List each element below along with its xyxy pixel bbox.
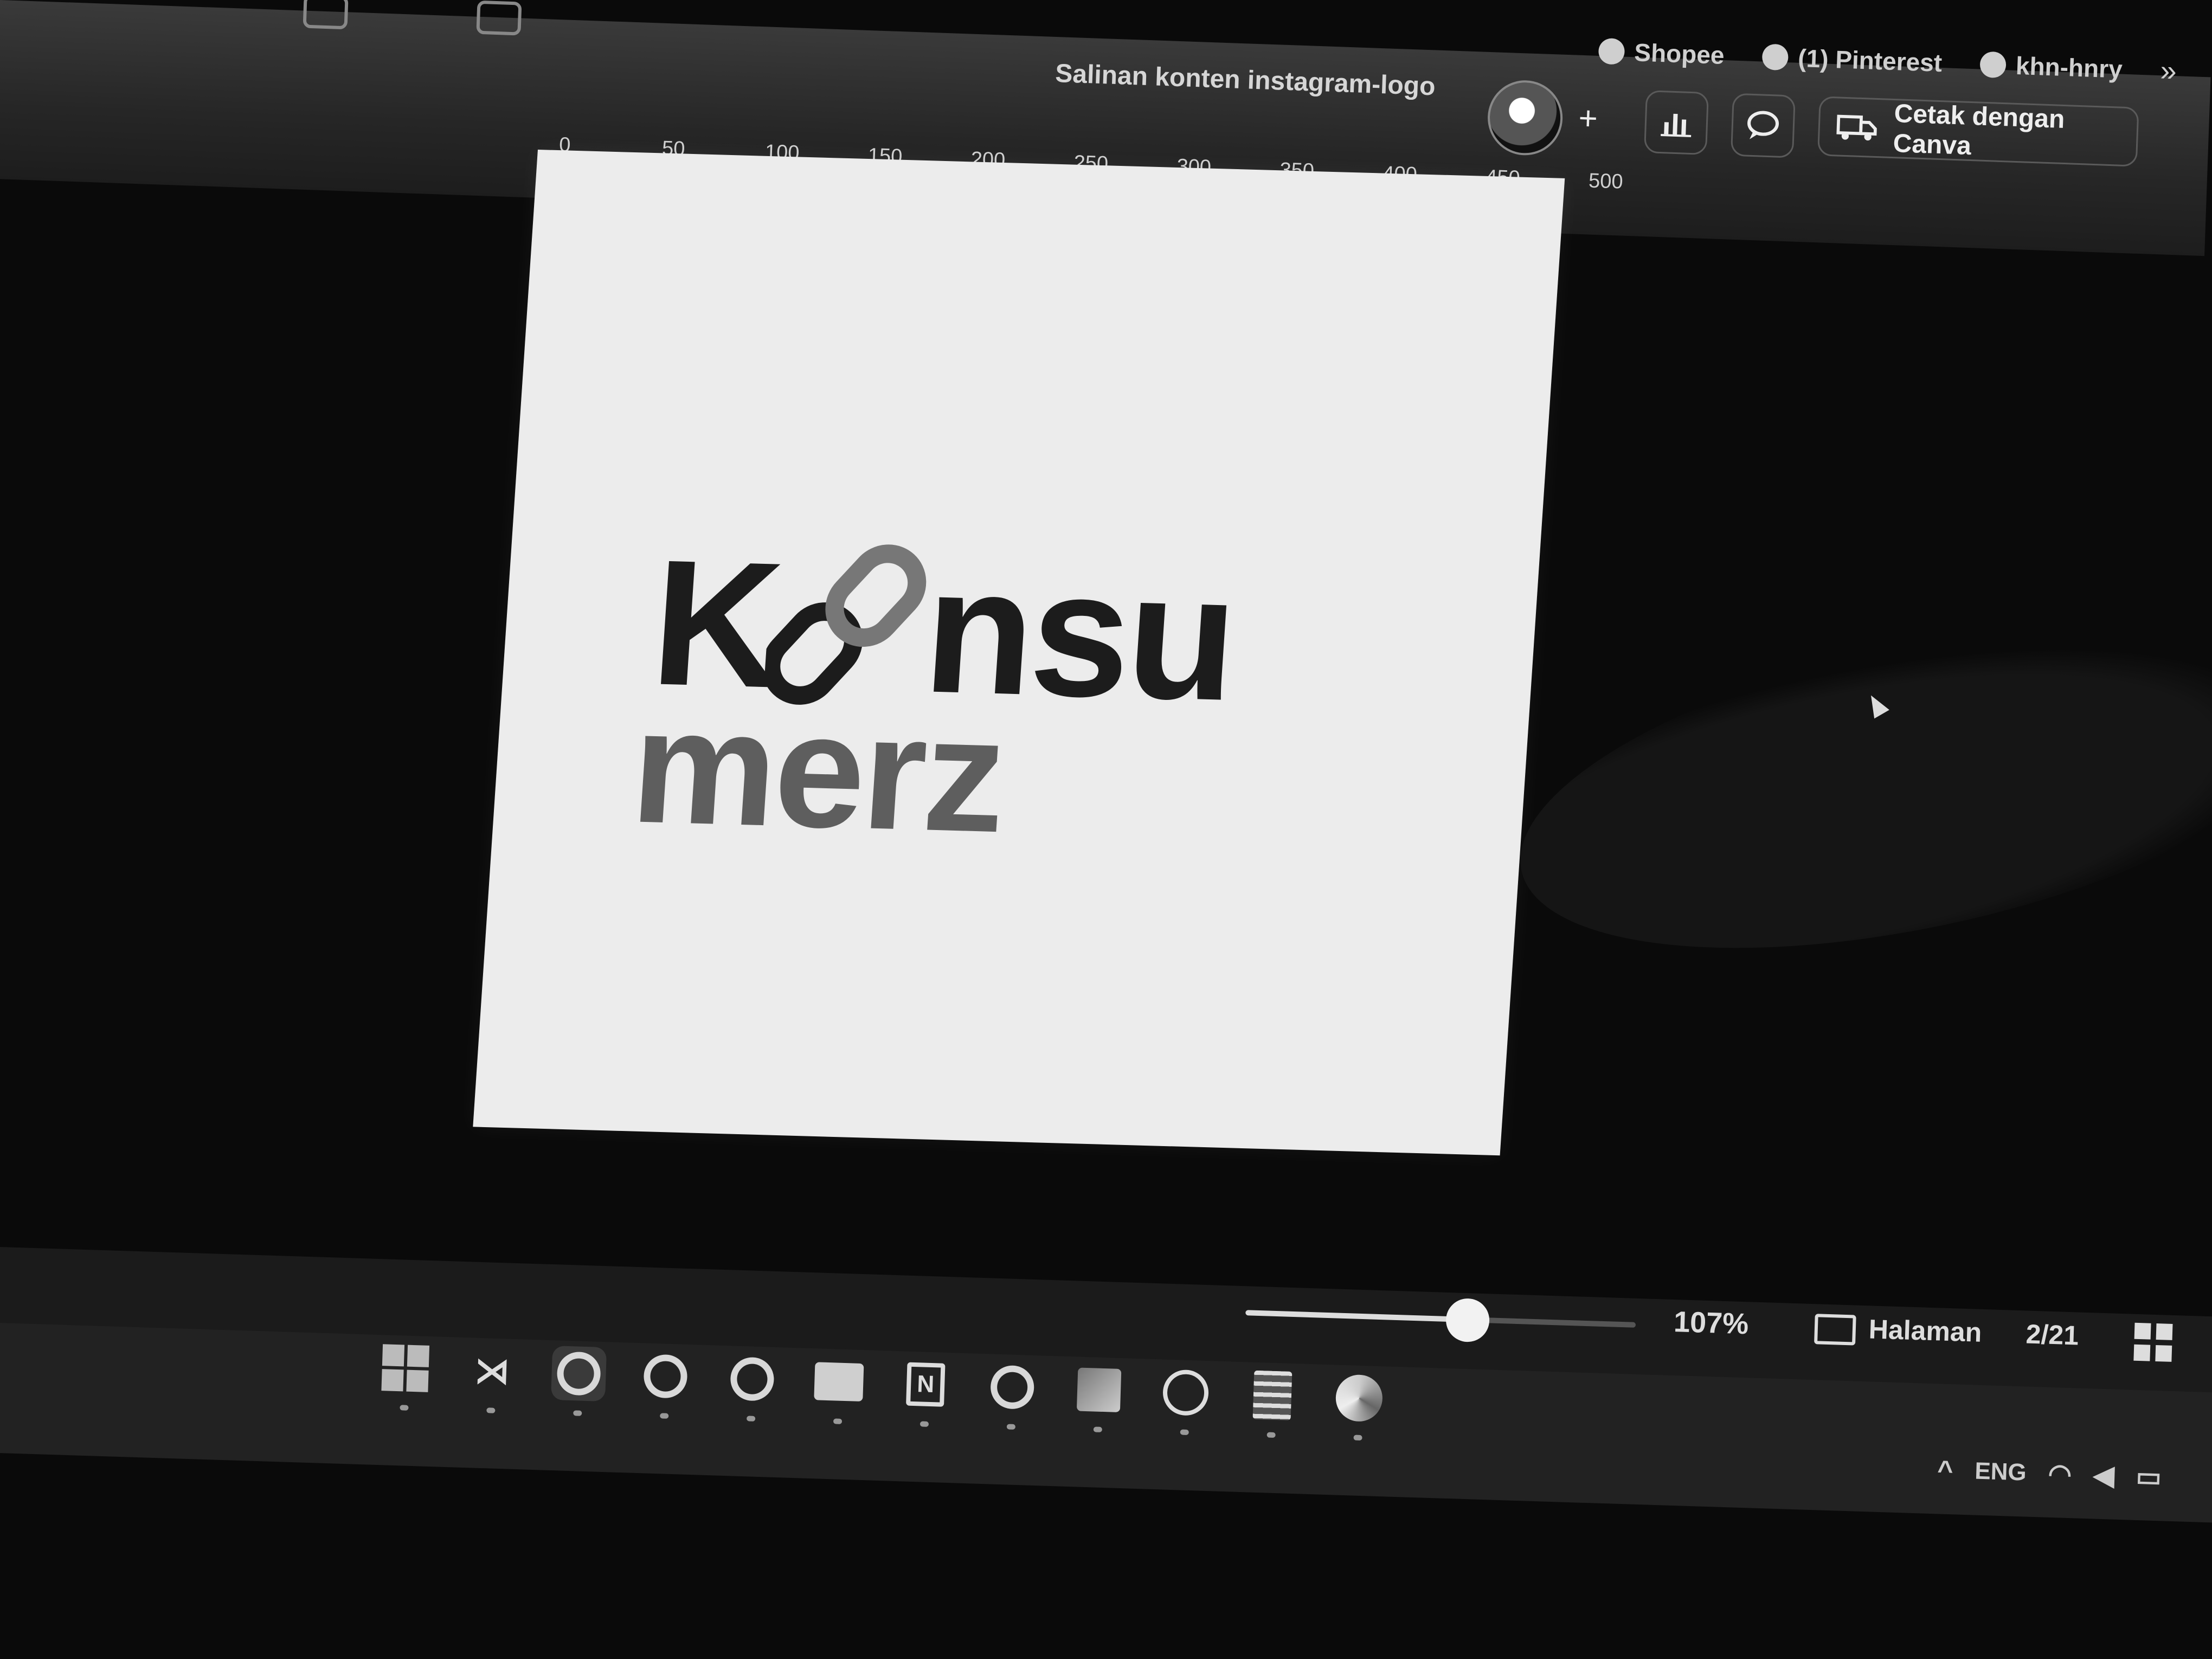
user-avatar[interactable] [1486, 79, 1564, 157]
truck-icon [1836, 114, 1877, 141]
bookmark-pinterest[interactable]: (1) Pinterest [1761, 40, 1943, 80]
undo-icon[interactable] [303, 0, 349, 30]
bookmark-label: (1) Pinterest [1797, 43, 1943, 78]
chevron-up-icon[interactable]: ^ [1937, 1454, 1953, 1486]
more-bookmarks-icon[interactable]: » [2160, 54, 2177, 88]
whatsapp-icon [1162, 1369, 1210, 1417]
zoom-slider-thumb[interactable] [1445, 1297, 1490, 1343]
pinterest-icon [1761, 43, 1789, 71]
file-explorer-taskbar-button[interactable] [811, 1354, 867, 1410]
canva-taskbar-button-4[interactable] [985, 1359, 1040, 1415]
canva-icon [643, 1354, 688, 1399]
comment-icon [1747, 111, 1779, 139]
page-count: 2/21 [2025, 1319, 2079, 1351]
ruler-label: 500 [1588, 169, 1624, 194]
notepad-icon [1252, 1370, 1293, 1420]
windows-start-button[interactable] [377, 1340, 433, 1396]
print-button-label: Cetak dengan Canva [1892, 99, 2066, 161]
vscode-taskbar-button[interactable]: ⋊ [464, 1343, 520, 1399]
bookmark-label: Shopee [1634, 38, 1725, 70]
zoom-level[interactable]: 107% [1673, 1305, 1749, 1341]
canva-icon [730, 1356, 775, 1401]
zoom-slider[interactable] [1245, 1310, 1636, 1328]
canva-taskbar-button-3[interactable] [724, 1351, 780, 1407]
notion-icon: N [906, 1362, 946, 1407]
notion-taskbar-button[interactable]: N [898, 1356, 954, 1412]
insights-button[interactable] [1644, 90, 1709, 156]
notepad-taskbar-button[interactable] [1244, 1367, 1300, 1423]
canva-icon [556, 1351, 601, 1396]
pages-button-label[interactable]: Halaman [1868, 1313, 1982, 1348]
bookmark-shopee[interactable]: Shopee [1598, 34, 1725, 72]
design-canvas[interactable]: K nsu merz [473, 150, 1565, 1156]
cloud-save-icon[interactable] [476, 0, 522, 36]
photos-icon [1076, 1367, 1122, 1412]
edge-taskbar-button[interactable] [1331, 1370, 1387, 1426]
finger-shadow [1492, 563, 2212, 1009]
pages-icon[interactable] [1814, 1314, 1856, 1346]
grid-view-icon[interactable] [2133, 1322, 2173, 1362]
wifi-icon[interactable]: ◠ [2048, 1458, 2072, 1490]
edge-icon [1335, 1374, 1384, 1423]
windows-logo-icon [381, 1344, 430, 1392]
volume-icon[interactable]: ◀ [2093, 1459, 2114, 1491]
bookmark-label: khn-hnry [2015, 51, 2123, 83]
print-with-canva-button[interactable]: Cetak dengan Canva [1817, 96, 2139, 167]
github-icon [1979, 51, 2007, 79]
system-tray: ^ ENG ◠ ◀ ▭ [1937, 1454, 2162, 1493]
bar-chart-icon [1661, 113, 1692, 138]
add-collaborator-button[interactable]: + [1557, 87, 1619, 149]
whatsapp-taskbar-button[interactable] [1158, 1365, 1213, 1420]
document-title[interactable]: Salinan konten instagram-logo [1054, 59, 1436, 101]
vscode-icon: ⋊ [474, 1351, 510, 1391]
canva-icon [989, 1365, 1035, 1410]
shopee-icon [1598, 37, 1625, 65]
bookmark-github[interactable]: khn-hnry [1979, 48, 2123, 86]
battery-icon[interactable]: ▭ [2136, 1461, 2162, 1493]
language-indicator[interactable]: ENG [1975, 1458, 2027, 1487]
photos-taskbar-button[interactable] [1071, 1362, 1127, 1418]
canva-taskbar-button-2[interactable] [638, 1348, 693, 1404]
canva-taskbar-button[interactable] [551, 1346, 607, 1402]
bookmarks-bar: Shopee (1) Pinterest khn-hnry » [1598, 34, 2177, 88]
folder-icon [814, 1362, 864, 1402]
comment-button[interactable] [1730, 93, 1796, 158]
brand-logo[interactable]: K nsu merz [627, 522, 1240, 867]
